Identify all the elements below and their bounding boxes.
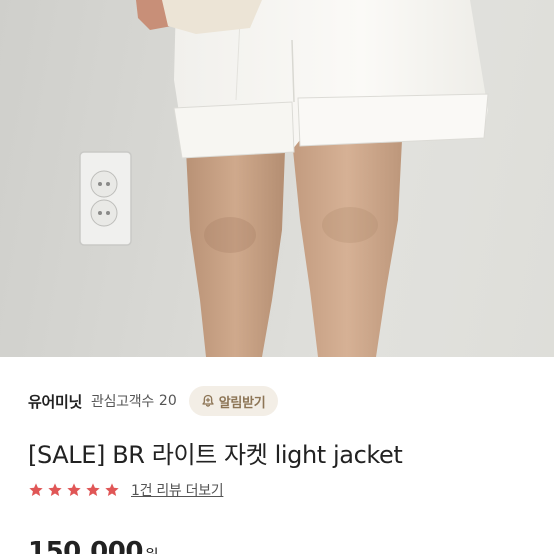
product-image[interactable]	[0, 0, 554, 357]
rating-row: 1건 리뷰 더보기	[28, 479, 224, 501]
star-icon	[67, 483, 81, 496]
star-icon	[86, 483, 100, 496]
star-icon	[105, 483, 119, 496]
alarm-subscribe-button[interactable]: 알림받기	[188, 386, 279, 416]
product-info: 유어미닛 관심고객수 20 알림받기 [SALE] BR 라이트 자켓 ligh…	[0, 357, 554, 554]
star-icon	[29, 483, 43, 496]
follower-count: 20	[158, 393, 177, 409]
product-title: [SALE] BR 라이트 자켓 light jacket	[28, 441, 403, 469]
product-price: 150,000	[28, 537, 143, 554]
product-detail-page: 유어미닛 관심고객수 20 알림받기 [SALE] BR 라이트 자켓 ligh…	[0, 0, 554, 554]
rating-stars	[28, 482, 123, 498]
alarm-button-label: 알림받기	[218, 395, 266, 411]
model-legs	[186, 140, 402, 357]
review-more-link[interactable]: 1건 리뷰 더보기	[131, 480, 224, 500]
bell-plus-icon	[202, 394, 214, 407]
follower-label: 관심고객수	[91, 394, 154, 410]
seller-name[interactable]: 유어미닛	[28, 391, 82, 412]
product-photo-illustration	[79, 0, 489, 357]
seller-row: 유어미닛 관심고객수 20 알림받기	[28, 386, 279, 416]
price-currency: 원	[145, 544, 159, 554]
wall-outlet	[79, 151, 132, 246]
star-icon	[48, 483, 62, 496]
price-row: 150,000 원	[28, 537, 159, 554]
